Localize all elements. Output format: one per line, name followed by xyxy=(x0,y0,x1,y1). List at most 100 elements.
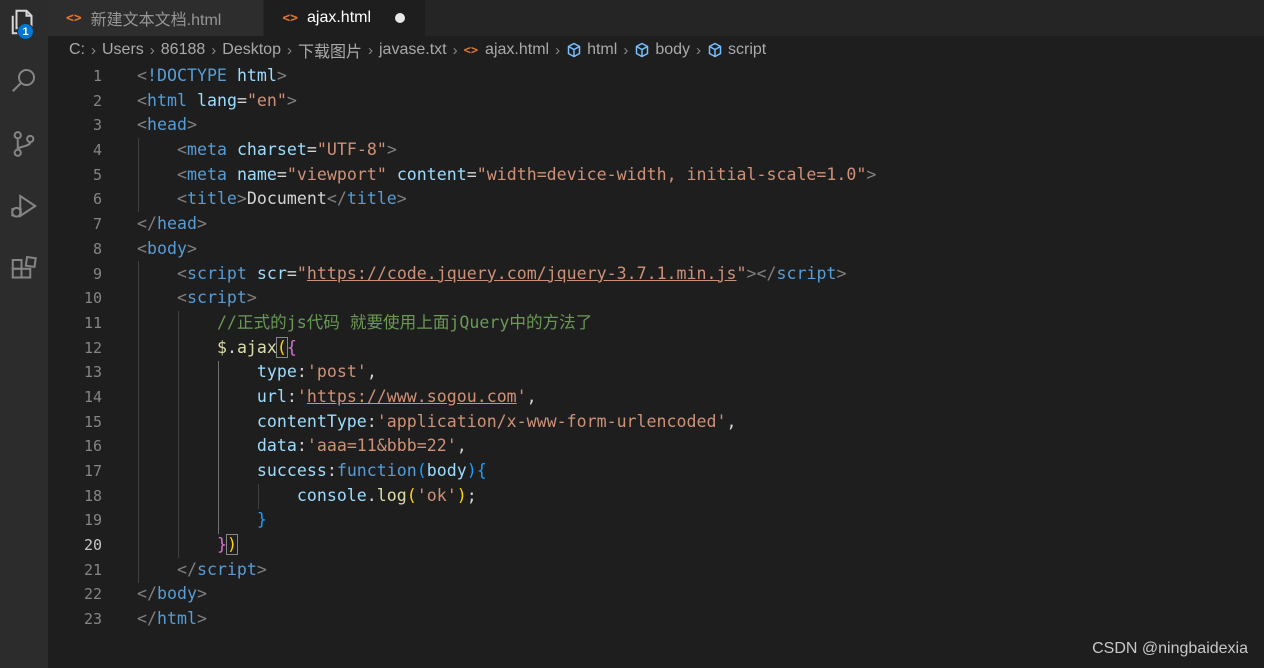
code-line[interactable]: <body> xyxy=(137,237,1264,262)
code-token: = xyxy=(236,90,247,110)
code-line[interactable]: url:'https://www.sogou.com', xyxy=(137,385,1264,410)
line-number: 11 xyxy=(83,313,102,332)
line-number: 14 xyxy=(83,387,102,406)
crumb-javase[interactable]: javase.txt xyxy=(379,41,447,59)
code-token: charset xyxy=(236,140,307,160)
code-token: </ xyxy=(176,559,197,579)
code-token: body xyxy=(426,461,467,480)
line-number: 23 xyxy=(83,610,102,629)
activity-bar: 1 xyxy=(0,0,48,668)
html-file-icon: <> xyxy=(463,43,479,57)
unsaved-dot-icon[interactable] xyxy=(395,13,406,23)
chevron-right-icon: › xyxy=(623,41,629,59)
code-line[interactable]: <html lang="en"> xyxy=(137,89,1264,114)
code-line[interactable]: //正式的js代码 就要使用上面jQuery中的方法了 xyxy=(137,311,1264,336)
code-line[interactable]: <!DOCTYPE html> xyxy=(137,64,1264,89)
code-token: "en" xyxy=(246,90,287,110)
crumb-desktop[interactable]: Desktop xyxy=(222,41,281,59)
code-token: > xyxy=(196,584,207,604)
code-token: : xyxy=(296,436,307,456)
code-token: ) xyxy=(456,485,467,505)
code-line[interactable]: type:'post', xyxy=(137,360,1264,385)
crumb-body[interactable]: body xyxy=(634,41,690,59)
crumb-drive[interactable]: C: xyxy=(69,41,85,59)
code-token: </ xyxy=(137,214,157,234)
code-token: } xyxy=(256,510,267,530)
code-token: > xyxy=(196,214,207,234)
code-editor[interactable]: 1 2 3 4 5 6 7 8 9 10 11 12 13 14 15 16 17 18 19 20 21 22 23 <!… xyxy=(48,64,1264,668)
line-number: 5 xyxy=(92,165,102,184)
crumb-file-label: ajax.html xyxy=(485,41,550,58)
crumb-user-folder[interactable]: 86188 xyxy=(161,41,206,59)
code-line[interactable]: console.log('ok'); xyxy=(137,484,1264,509)
code-line[interactable]: } xyxy=(137,508,1264,533)
code-line[interactable]: $.ajax({ xyxy=(137,336,1264,361)
line-number: 9 xyxy=(92,264,102,283)
code-line[interactable]: <title>Document</title> xyxy=(137,187,1264,212)
code-token: 'application/x-www-form-urlencoded' xyxy=(376,411,727,431)
crumb-users[interactable]: Users xyxy=(102,41,144,59)
code-token: " xyxy=(296,263,307,283)
code-token: ; xyxy=(466,485,477,505)
line-number: 22 xyxy=(83,585,102,604)
explorer-button[interactable]: 1 xyxy=(0,0,48,48)
line-number: 19 xyxy=(83,511,102,530)
code-line[interactable]: <meta name="viewport" content="width=dev… xyxy=(137,163,1264,188)
crumb-download-images[interactable]: 下载图片 xyxy=(298,38,362,62)
code-token: https://www.sogou.com xyxy=(306,386,517,406)
code-token: name xyxy=(236,164,277,184)
code-token: "UTF-8" xyxy=(316,140,387,160)
code-line[interactable]: <meta charset="UTF-8"> xyxy=(137,138,1264,163)
line-number: 7 xyxy=(92,215,102,234)
code-token: { xyxy=(286,337,297,357)
source-control-button[interactable] xyxy=(0,122,48,170)
tab-label: ajax.html xyxy=(307,9,372,26)
crumb-script[interactable]: script xyxy=(707,41,766,59)
code-line[interactable]: <script> xyxy=(137,286,1264,311)
html-file-icon: <> xyxy=(66,10,82,26)
code-token: : xyxy=(326,461,337,480)
code-content[interactable]: <!DOCTYPE html> <html lang="en"> <head> <m… xyxy=(137,64,1264,632)
code-line[interactable]: <script scr="https://code.jquery.com/jqu… xyxy=(137,262,1264,287)
crumb-html[interactable]: html xyxy=(566,41,617,59)
code-line[interactable]: data:'aaa=11&bbb=22', xyxy=(137,434,1264,459)
code-line[interactable]: </html> xyxy=(137,607,1264,632)
code-token: > xyxy=(186,238,197,258)
code-token: , xyxy=(726,411,737,431)
code-token: head xyxy=(147,115,187,135)
extensions-button[interactable] xyxy=(0,248,48,296)
code-line[interactable]: contentType:'application/x-www-form-urle… xyxy=(137,410,1264,435)
code-token: < xyxy=(176,263,187,283)
code-token: > xyxy=(196,609,207,629)
code-token: > xyxy=(236,189,247,209)
source-control-icon xyxy=(9,129,39,164)
crumb-file[interactable]: <> ajax.html xyxy=(464,41,549,59)
line-number: 12 xyxy=(83,338,102,357)
code-line[interactable]: </head> xyxy=(137,212,1264,237)
line-number: 20 xyxy=(83,536,102,555)
code-line[interactable]: success:function(body){ xyxy=(137,459,1264,484)
code-line[interactable]: </script> xyxy=(137,558,1264,583)
code-token: > xyxy=(246,288,257,308)
code-token: !DOCTYPE xyxy=(147,66,227,85)
code-line[interactable]: <head> xyxy=(137,113,1264,138)
tab-new-text-document[interactable]: <> 新建文本文档.html xyxy=(48,0,265,36)
html-file-icon: <> xyxy=(282,10,298,26)
code-line[interactable]: </body> xyxy=(137,582,1264,607)
run-debug-button[interactable] xyxy=(0,184,48,232)
code-line[interactable]: }) xyxy=(137,533,1264,558)
line-number: 2 xyxy=(92,91,102,110)
tab-ajax-html[interactable]: <> ajax.html xyxy=(264,0,427,36)
watermark: CSDN @ningbaidexia xyxy=(1092,640,1248,657)
search-icon xyxy=(9,65,39,100)
search-button[interactable] xyxy=(0,58,48,106)
